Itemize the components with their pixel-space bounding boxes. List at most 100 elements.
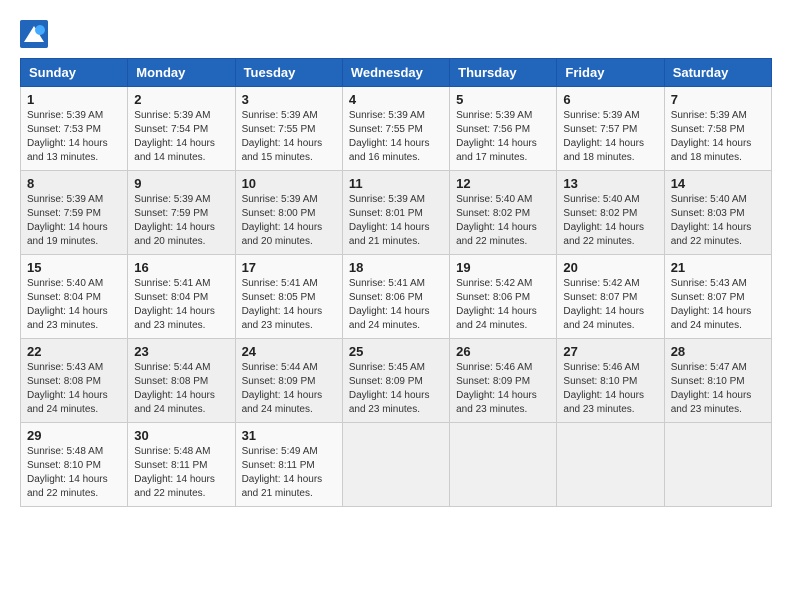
day-number: 23 xyxy=(134,344,228,359)
calendar-day-cell: 17 Sunrise: 5:41 AM Sunset: 8:05 PM Dayli… xyxy=(235,255,342,339)
day-info: Sunrise: 5:41 AM Sunset: 8:04 PM Dayligh… xyxy=(134,277,228,333)
day-info: Sunrise: 5:46 AM Sunset: 8:10 PM Dayligh… xyxy=(563,361,657,417)
calendar-day-cell: 26 Sunrise: 5:46 AM Sunset: 8:09 PM Dayli… xyxy=(450,339,557,423)
day-number: 10 xyxy=(242,176,336,191)
col-header-tuesday: Tuesday xyxy=(235,59,342,87)
page-header xyxy=(20,20,772,48)
col-header-saturday: Saturday xyxy=(664,59,771,87)
calendar-table: SundayMondayTuesdayWednesdayThursdayFrid… xyxy=(20,58,772,507)
calendar-day-cell xyxy=(450,423,557,507)
day-number: 28 xyxy=(671,344,765,359)
day-info: Sunrise: 5:41 AM Sunset: 8:06 PM Dayligh… xyxy=(349,277,443,333)
calendar-day-cell: 5 Sunrise: 5:39 AM Sunset: 7:56 PM Daylig… xyxy=(450,87,557,171)
day-info: Sunrise: 5:39 AM Sunset: 8:00 PM Dayligh… xyxy=(242,193,336,249)
day-number: 13 xyxy=(563,176,657,191)
day-info: Sunrise: 5:45 AM Sunset: 8:09 PM Dayligh… xyxy=(349,361,443,417)
col-header-wednesday: Wednesday xyxy=(342,59,449,87)
logo xyxy=(20,20,52,48)
calendar-day-cell xyxy=(664,423,771,507)
col-header-sunday: Sunday xyxy=(21,59,128,87)
calendar-day-cell: 24 Sunrise: 5:44 AM Sunset: 8:09 PM Dayli… xyxy=(235,339,342,423)
calendar-day-cell: 3 Sunrise: 5:39 AM Sunset: 7:55 PM Daylig… xyxy=(235,87,342,171)
calendar-day-cell: 30Sunrise: 5:48 AM Sunset: 8:11 PM Dayli… xyxy=(128,423,235,507)
calendar-day-cell: 28 Sunrise: 5:47 AM Sunset: 8:10 PM Dayli… xyxy=(664,339,771,423)
calendar-day-cell: 13Sunrise: 5:40 AM Sunset: 8:02 PM Dayli… xyxy=(557,171,664,255)
calendar-day-cell: 31Sunrise: 5:49 AM Sunset: 8:11 PM Dayli… xyxy=(235,423,342,507)
calendar-day-cell: 21 Sunrise: 5:43 AM Sunset: 8:07 PM Dayli… xyxy=(664,255,771,339)
calendar-day-cell: 29 Sunrise: 5:48 AM Sunset: 8:10 PM Dayli… xyxy=(21,423,128,507)
day-info: Sunrise: 5:47 AM Sunset: 8:10 PM Dayligh… xyxy=(671,361,765,417)
day-info: Sunrise: 5:39 AM Sunset: 7:55 PM Dayligh… xyxy=(349,109,443,165)
day-info: Sunrise: 5:40 AM Sunset: 8:02 PM Dayligh… xyxy=(456,193,550,249)
day-number: 26 xyxy=(456,344,550,359)
day-number: 11 xyxy=(349,176,443,191)
day-number: 8 xyxy=(27,176,121,191)
calendar-day-cell: 16 Sunrise: 5:41 AM Sunset: 8:04 PM Dayli… xyxy=(128,255,235,339)
calendar-day-cell xyxy=(342,423,449,507)
day-info: Sunrise: 5:42 AM Sunset: 8:06 PM Dayligh… xyxy=(456,277,550,333)
calendar-day-cell: 14Sunrise: 5:40 AM Sunset: 8:03 PM Dayli… xyxy=(664,171,771,255)
calendar-day-cell: 18 Sunrise: 5:41 AM Sunset: 8:06 PM Dayli… xyxy=(342,255,449,339)
calendar-day-cell: 22Sunrise: 5:43 AM Sunset: 8:08 PM Dayli… xyxy=(21,339,128,423)
day-number: 4 xyxy=(349,92,443,107)
day-number: 17 xyxy=(242,260,336,275)
calendar-day-cell: 1 Sunrise: 5:39 AM Sunset: 7:53 PM Daylig… xyxy=(21,87,128,171)
calendar-day-cell xyxy=(557,423,664,507)
calendar-day-cell: 23 Sunrise: 5:44 AM Sunset: 8:08 PM Dayli… xyxy=(128,339,235,423)
day-info: Sunrise: 5:43 AM Sunset: 8:08 PM Dayligh… xyxy=(27,361,121,417)
day-info: Sunrise: 5:39 AM Sunset: 7:53 PM Dayligh… xyxy=(27,109,121,165)
day-number: 2 xyxy=(134,92,228,107)
day-info: Sunrise: 5:46 AM Sunset: 8:09 PM Dayligh… xyxy=(456,361,550,417)
calendar-day-cell: 2 Sunrise: 5:39 AM Sunset: 7:54 PM Daylig… xyxy=(128,87,235,171)
day-number: 24 xyxy=(242,344,336,359)
day-number: 5 xyxy=(456,92,550,107)
calendar-day-cell: 4 Sunrise: 5:39 AM Sunset: 7:55 PM Daylig… xyxy=(342,87,449,171)
day-number: 30 xyxy=(134,428,228,443)
calendar-day-cell: 25 Sunrise: 5:45 AM Sunset: 8:09 PM Dayli… xyxy=(342,339,449,423)
day-info: Sunrise: 5:44 AM Sunset: 8:09 PM Dayligh… xyxy=(242,361,336,417)
calendar-header-row: SundayMondayTuesdayWednesdayThursdayFrid… xyxy=(21,59,772,87)
day-info: Sunrise: 5:39 AM Sunset: 7:55 PM Dayligh… xyxy=(242,109,336,165)
day-number: 1 xyxy=(27,92,121,107)
day-number: 25 xyxy=(349,344,443,359)
day-info: Sunrise: 5:39 AM Sunset: 7:56 PM Dayligh… xyxy=(456,109,550,165)
day-info: Sunrise: 5:43 AM Sunset: 8:07 PM Dayligh… xyxy=(671,277,765,333)
day-number: 27 xyxy=(563,344,657,359)
calendar-week-1: 1 Sunrise: 5:39 AM Sunset: 7:53 PM Daylig… xyxy=(21,87,772,171)
calendar-week-4: 22Sunrise: 5:43 AM Sunset: 8:08 PM Dayli… xyxy=(21,339,772,423)
calendar-day-cell: 15Sunrise: 5:40 AM Sunset: 8:04 PM Dayli… xyxy=(21,255,128,339)
day-info: Sunrise: 5:44 AM Sunset: 8:08 PM Dayligh… xyxy=(134,361,228,417)
day-info: Sunrise: 5:39 AM Sunset: 7:59 PM Dayligh… xyxy=(27,193,121,249)
calendar-day-cell: 19 Sunrise: 5:42 AM Sunset: 8:06 PM Dayli… xyxy=(450,255,557,339)
calendar-day-cell: 10 Sunrise: 5:39 AM Sunset: 8:00 PM Dayli… xyxy=(235,171,342,255)
calendar-day-cell: 20Sunrise: 5:42 AM Sunset: 8:07 PM Dayli… xyxy=(557,255,664,339)
day-number: 29 xyxy=(27,428,121,443)
calendar-day-cell: 9Sunrise: 5:39 AM Sunset: 7:59 PM Daylig… xyxy=(128,171,235,255)
calendar-day-cell: 6 Sunrise: 5:39 AM Sunset: 7:57 PM Daylig… xyxy=(557,87,664,171)
day-info: Sunrise: 5:41 AM Sunset: 8:05 PM Dayligh… xyxy=(242,277,336,333)
day-number: 14 xyxy=(671,176,765,191)
calendar-day-cell: 27 Sunrise: 5:46 AM Sunset: 8:10 PM Dayli… xyxy=(557,339,664,423)
day-info: Sunrise: 5:39 AM Sunset: 7:59 PM Dayligh… xyxy=(134,193,228,249)
day-info: Sunrise: 5:48 AM Sunset: 8:10 PM Dayligh… xyxy=(27,445,121,501)
day-info: Sunrise: 5:49 AM Sunset: 8:11 PM Dayligh… xyxy=(242,445,336,501)
day-number: 7 xyxy=(671,92,765,107)
calendar-day-cell: 12 Sunrise: 5:40 AM Sunset: 8:02 PM Dayli… xyxy=(450,171,557,255)
day-number: 16 xyxy=(134,260,228,275)
day-number: 21 xyxy=(671,260,765,275)
col-header-thursday: Thursday xyxy=(450,59,557,87)
day-number: 6 xyxy=(563,92,657,107)
day-number: 19 xyxy=(456,260,550,275)
calendar-day-cell: 11Sunrise: 5:39 AM Sunset: 8:01 PM Dayli… xyxy=(342,171,449,255)
day-number: 3 xyxy=(242,92,336,107)
day-info: Sunrise: 5:39 AM Sunset: 7:57 PM Dayligh… xyxy=(563,109,657,165)
calendar-day-cell: 7 Sunrise: 5:39 AM Sunset: 7:58 PM Daylig… xyxy=(664,87,771,171)
day-number: 12 xyxy=(456,176,550,191)
day-info: Sunrise: 5:39 AM Sunset: 7:54 PM Dayligh… xyxy=(134,109,228,165)
day-number: 18 xyxy=(349,260,443,275)
logo-icon xyxy=(20,20,48,48)
day-number: 20 xyxy=(563,260,657,275)
day-info: Sunrise: 5:40 AM Sunset: 8:04 PM Dayligh… xyxy=(27,277,121,333)
calendar-week-2: 8 Sunrise: 5:39 AM Sunset: 7:59 PM Daylig… xyxy=(21,171,772,255)
day-info: Sunrise: 5:39 AM Sunset: 7:58 PM Dayligh… xyxy=(671,109,765,165)
